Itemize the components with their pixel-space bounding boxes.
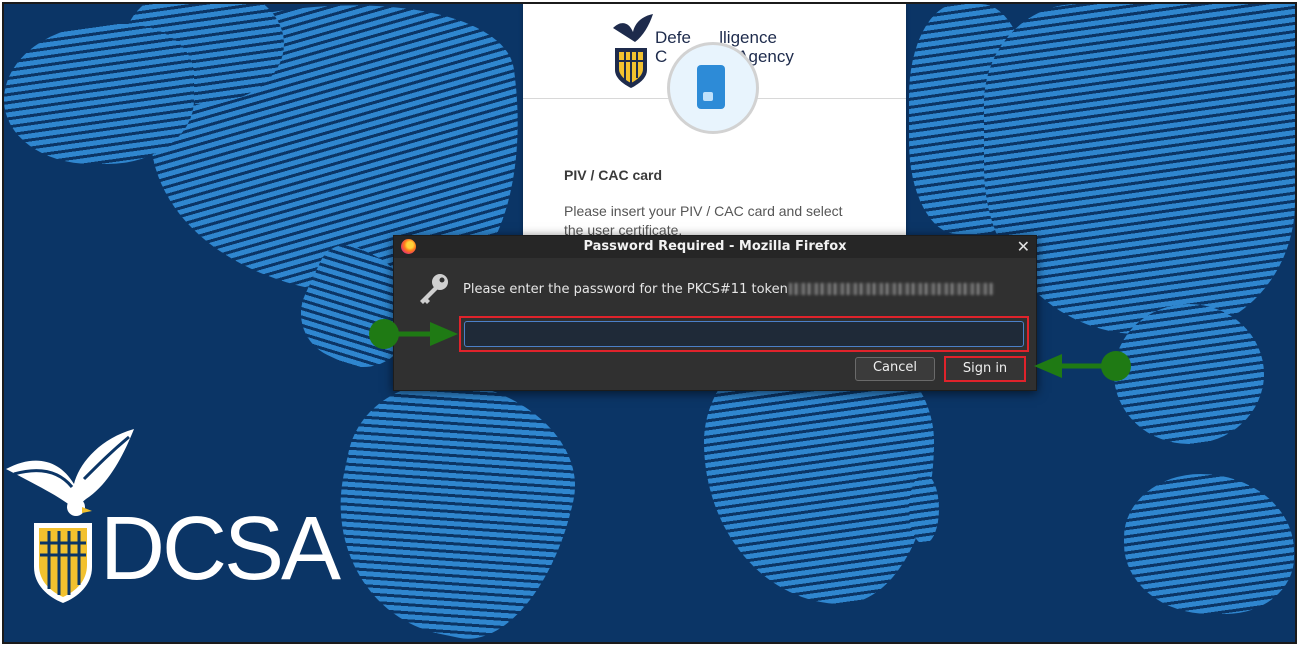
- password-input[interactable]: [464, 321, 1024, 347]
- map-madagascar: [909, 474, 939, 544]
- password-prompt: Please enter the password for the PKCS#1…: [463, 282, 788, 297]
- close-icon[interactable]: ✕: [1017, 237, 1030, 256]
- smart-card-icon: [697, 65, 725, 109]
- smart-card-badge: [667, 42, 759, 134]
- agency-logo-icon: [613, 14, 653, 88]
- dcsa-shield-icon: [34, 523, 92, 603]
- map-alaska: [4, 24, 194, 164]
- sign-in-button[interactable]: Sign in: [944, 356, 1026, 382]
- cancel-button[interactable]: Cancel: [855, 357, 935, 381]
- dialog-title: Password Required - Mozilla Firefox: [583, 239, 847, 254]
- agency-name-line1: Defe lligence: [655, 28, 777, 47]
- dialog-titlebar[interactable]: Password Required - Mozilla Firefox ✕: [394, 236, 1036, 258]
- password-dialog: Password Required - Mozilla Firefox ✕ Pl…: [393, 235, 1037, 391]
- card-chip: [703, 92, 713, 101]
- annotation-arrow-right: [1034, 351, 1131, 381]
- map-south-america: [315, 362, 593, 642]
- map-australia: [1124, 474, 1294, 614]
- key-icon: [420, 274, 448, 304]
- dcsa-logo-text: DCSA: [100, 499, 341, 599]
- card-header: Defe lligence C Agency: [523, 4, 906, 134]
- card-title: PIV / CAC card: [564, 167, 663, 183]
- screenshot-frame: DCSA Defe lligence C Agency PIV / CAC ca…: [2, 2, 1297, 644]
- redacted-token-name: [789, 283, 994, 295]
- annotation-arrow-left: [369, 319, 458, 349]
